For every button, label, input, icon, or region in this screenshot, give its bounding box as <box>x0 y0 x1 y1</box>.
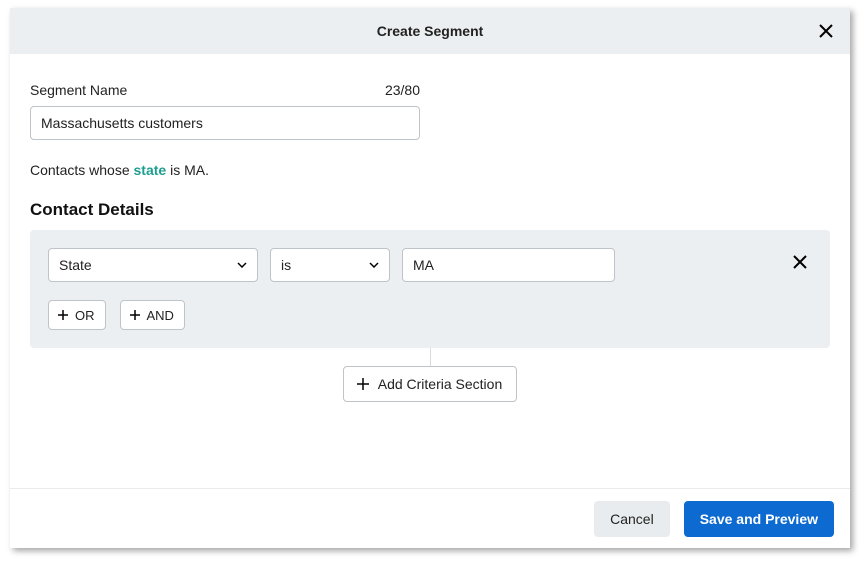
or-label: OR <box>75 308 95 323</box>
plus-icon <box>356 377 370 391</box>
desc-suffix: is MA. <box>166 162 209 178</box>
criteria-operator-select[interactable]: is <box>270 248 390 282</box>
add-section-label: Add Criteria Section <box>378 376 503 392</box>
segment-name-row: Segment Name 23/80 <box>30 82 420 98</box>
criteria-operator-value: is <box>281 257 291 273</box>
desc-highlight: state <box>134 162 167 178</box>
plus-icon <box>129 309 141 321</box>
close-icon <box>818 23 834 39</box>
contact-details-heading: Contact Details <box>30 200 830 220</box>
add-criteria-section-button[interactable]: Add Criteria Section <box>343 366 518 402</box>
modal-title: Create Segment <box>377 23 484 39</box>
save-and-preview-button[interactable]: Save and Preview <box>684 501 834 537</box>
add-section-wrap: Add Criteria Section <box>30 366 830 402</box>
chevron-down-icon <box>369 262 379 268</box>
chevron-down-icon <box>237 262 247 268</box>
logic-row: OR AND <box>48 300 812 330</box>
criteria-value-input[interactable] <box>402 248 615 282</box>
modal-footer: Cancel Save and Preview <box>10 488 850 548</box>
close-button[interactable] <box>816 21 836 41</box>
and-label: AND <box>147 308 174 323</box>
criteria-row: State is <box>48 248 812 282</box>
segment-name-label: Segment Name <box>30 82 127 98</box>
create-segment-modal: Create Segment Segment Name 23/80 Contac… <box>10 8 850 548</box>
modal-header: Create Segment <box>10 8 850 54</box>
desc-prefix: Contacts whose <box>30 162 134 178</box>
connector-line <box>430 348 431 366</box>
segment-name-input[interactable] <box>30 106 420 140</box>
segment-description: Contacts whose state is MA. <box>30 162 830 178</box>
modal-body: Segment Name 23/80 Contacts whose state … <box>10 54 850 488</box>
criteria-section: State is OR AND <box>30 230 830 348</box>
and-button[interactable]: AND <box>120 300 185 330</box>
segment-name-counter: 23/80 <box>385 82 420 98</box>
delete-criteria-button[interactable] <box>792 254 808 275</box>
close-icon <box>792 254 808 270</box>
or-button[interactable]: OR <box>48 300 106 330</box>
criteria-field-value: State <box>59 257 92 273</box>
plus-icon <box>57 309 69 321</box>
cancel-button[interactable]: Cancel <box>594 501 670 537</box>
criteria-field-select[interactable]: State <box>48 248 258 282</box>
